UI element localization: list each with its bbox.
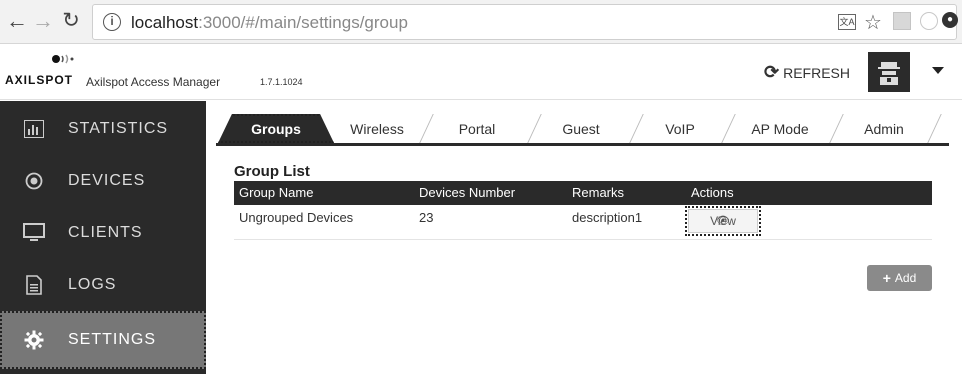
spy-avatar-icon xyxy=(878,62,900,85)
sidebar-item-label: STATISTICS xyxy=(68,120,169,137)
axilspot-logo-icon xyxy=(52,54,74,64)
sidebar-item-label: SETTINGS xyxy=(68,331,157,348)
logo-text: AXILSPOT xyxy=(5,73,74,87)
gear-icon xyxy=(22,328,46,352)
url-text[interactable]: localhost:3000/#/main/settings/group xyxy=(131,13,408,33)
app-header: AXILSPOT Axilspot Access Manager 1.7.1.1… xyxy=(0,45,962,100)
refresh-button[interactable]: ⟳ REFRESH xyxy=(764,62,850,83)
sidebar-item-label: DEVICES xyxy=(68,172,146,189)
cell-devices-number: 23 xyxy=(419,210,434,225)
forward-arrow-icon[interactable]: → xyxy=(30,8,56,34)
sidebar-item-clients[interactable]: CLIENTS xyxy=(0,207,206,259)
extension-icon[interactable] xyxy=(893,12,911,30)
tab-separator xyxy=(721,114,736,143)
back-arrow-icon[interactable]: ← xyxy=(4,8,30,34)
cell-remarks: description1 xyxy=(572,210,643,225)
url-host: localhost xyxy=(131,13,199,32)
tab-separator xyxy=(829,114,844,143)
target-icon xyxy=(22,169,46,193)
sidebar-item-devices[interactable]: DEVICES xyxy=(0,155,206,207)
reload-icon[interactable]: ↻ xyxy=(58,8,84,34)
tab-voip[interactable]: VoIP xyxy=(640,114,720,143)
add-group-button[interactable]: + Add xyxy=(867,265,932,291)
chevron-down-icon[interactable] xyxy=(932,67,944,74)
column-header-remarks: Remarks xyxy=(572,185,625,200)
sidebar-item-label: LOGS xyxy=(68,276,117,293)
sidebar-item-label: CLIENTS xyxy=(68,224,143,241)
tab-ap-mode[interactable]: AP Mode xyxy=(736,114,824,143)
plus-icon: + xyxy=(882,270,891,286)
group-list-title: Group List xyxy=(234,163,310,180)
sidebar-item-settings[interactable]: SETTINGS xyxy=(0,311,206,369)
tab-portal[interactable]: Portal xyxy=(436,114,518,143)
bar-chart-icon xyxy=(22,117,46,141)
address-bar[interactable]: i localhost:3000/#/main/settings/group 文… xyxy=(92,4,957,40)
view-label: View xyxy=(710,214,736,228)
document-icon xyxy=(22,273,46,297)
add-label: Add xyxy=(894,271,917,285)
bookmark-star-icon[interactable]: ☆ xyxy=(864,10,882,35)
table-row: Ungrouped Devices 23 description1 👁 View xyxy=(234,206,932,240)
refresh-label: REFRESH xyxy=(783,64,850,81)
extension-circle-icon[interactable]: ● xyxy=(942,12,958,28)
tab-guest[interactable]: Guest xyxy=(540,114,622,143)
cell-group-name: Ungrouped Devices xyxy=(239,210,354,225)
browser-toolbar: ← → ↻ i localhost:3000/#/main/settings/g… xyxy=(0,0,962,44)
app-version: 1.7.1.1024 xyxy=(260,77,303,87)
app-name: Axilspot Access Manager xyxy=(86,75,221,89)
tab-separator xyxy=(927,114,942,143)
sidebar: STATISTICS DEVICES CLIENTS LOGS SETTINGS xyxy=(0,101,206,374)
view-button[interactable]: 👁 View xyxy=(685,206,761,236)
column-header-devices-number: Devices Number xyxy=(419,185,516,200)
tab-admin[interactable]: Admin xyxy=(844,114,924,143)
refresh-icon: ⟳ xyxy=(764,62,780,82)
monitor-icon xyxy=(22,221,46,245)
url-path: :3000/#/main/settings/group xyxy=(198,13,408,32)
sidebar-item-statistics[interactable]: STATISTICS xyxy=(0,103,206,155)
column-header-actions: Actions xyxy=(691,185,734,200)
tab-groups[interactable]: Groups xyxy=(218,114,334,143)
translate-icon[interactable]: 文A xyxy=(838,14,856,30)
sidebar-item-logs[interactable]: LOGS xyxy=(0,259,206,311)
table-header: Group Name Devices Number Remarks Action… xyxy=(234,181,932,205)
settings-tabs: Groups Wireless Portal Guest VoIP AP Mod… xyxy=(216,110,949,146)
tab-wireless[interactable]: Wireless xyxy=(336,114,418,143)
tab-separator xyxy=(419,114,434,143)
avatar[interactable] xyxy=(868,52,910,92)
column-header-group-name: Group Name xyxy=(239,185,314,200)
info-icon[interactable]: i xyxy=(103,13,121,31)
extension-clock-icon[interactable] xyxy=(920,12,938,30)
